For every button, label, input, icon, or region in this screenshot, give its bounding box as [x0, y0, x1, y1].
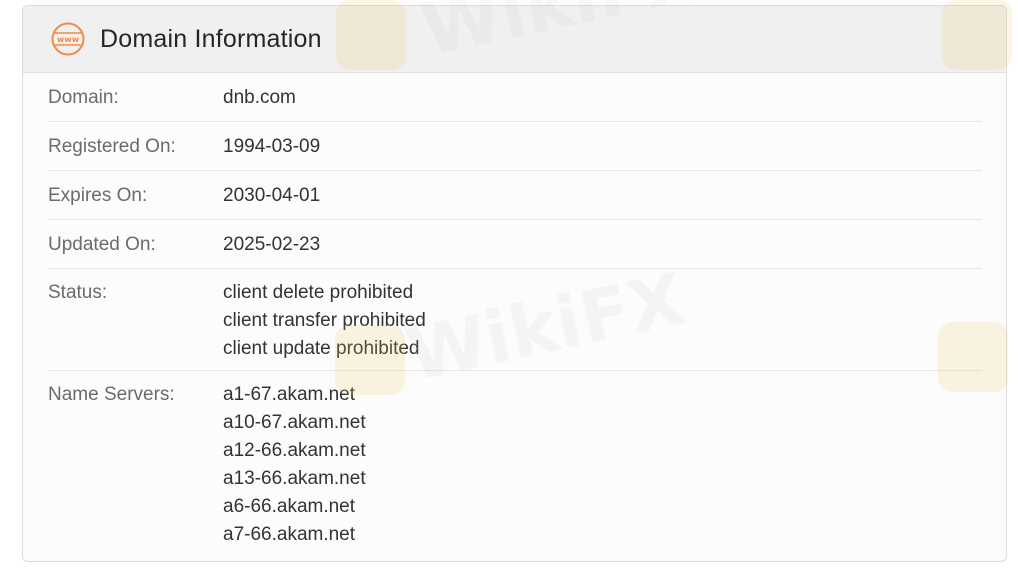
name-servers-row: Name Servers: a1-67.akam.net a10-67.akam…: [48, 371, 982, 556]
domain-information-card: www Domain Information Domain: dnb.com R…: [22, 5, 1007, 562]
registered-on-values: 1994-03-09: [223, 135, 320, 158]
updated-on-values: 2025-02-23: [223, 233, 320, 256]
watermark-logo: [336, 0, 406, 70]
name-servers-values: a1-67.akam.net a10-67.akam.net a12-66.ak…: [223, 381, 366, 549]
watermark-logo: [942, 0, 1012, 70]
registered-on-label: Registered On:: [48, 136, 176, 157]
domain-value: dnb.com: [223, 87, 296, 108]
name-servers-label: Name Servers:: [48, 384, 175, 405]
registered-on-row: Registered On: 1994-03-09: [48, 122, 982, 171]
page: www Domain Information Domain: dnb.com R…: [0, 0, 1018, 575]
www-globe-icon: www: [50, 21, 86, 57]
expires-on-values: 2030-04-01: [223, 184, 320, 207]
domain-info-table: Domain: dnb.com Registered On: 1994-03-0…: [23, 73, 1006, 556]
name-server-value: a13-66.akam.net: [223, 468, 366, 489]
name-server-value: a10-67.akam.net: [223, 412, 366, 433]
updated-on-value: 2025-02-23: [223, 234, 321, 255]
domain-row: Domain: dnb.com: [48, 73, 982, 122]
status-label: Status:: [48, 282, 108, 303]
watermark-logo: [938, 322, 1008, 392]
card-header: www Domain Information: [23, 6, 1006, 73]
expires-on-value: 2030-04-01: [223, 185, 321, 206]
name-server-value: a7-66.akam.net: [223, 524, 356, 545]
status-value: client delete prohibited: [223, 282, 414, 303]
watermark-logo: [335, 325, 405, 395]
card-title: Domain Information: [100, 24, 322, 53]
expires-on-label: Expires On:: [48, 185, 148, 206]
status-row: Status: client delete prohibited client …: [48, 269, 982, 371]
svg-text:www: www: [57, 35, 80, 44]
expires-on-row: Expires On: 2030-04-01: [48, 171, 982, 220]
domain-label: Domain:: [48, 87, 119, 108]
registered-on-value: 1994-03-09: [223, 136, 321, 157]
domain-values: dnb.com: [223, 86, 296, 109]
name-server-value: a6-66.akam.net: [223, 496, 356, 517]
name-server-value: a12-66.akam.net: [223, 440, 366, 461]
updated-on-label: Updated On:: [48, 234, 156, 255]
updated-on-row: Updated On: 2025-02-23: [48, 220, 982, 269]
